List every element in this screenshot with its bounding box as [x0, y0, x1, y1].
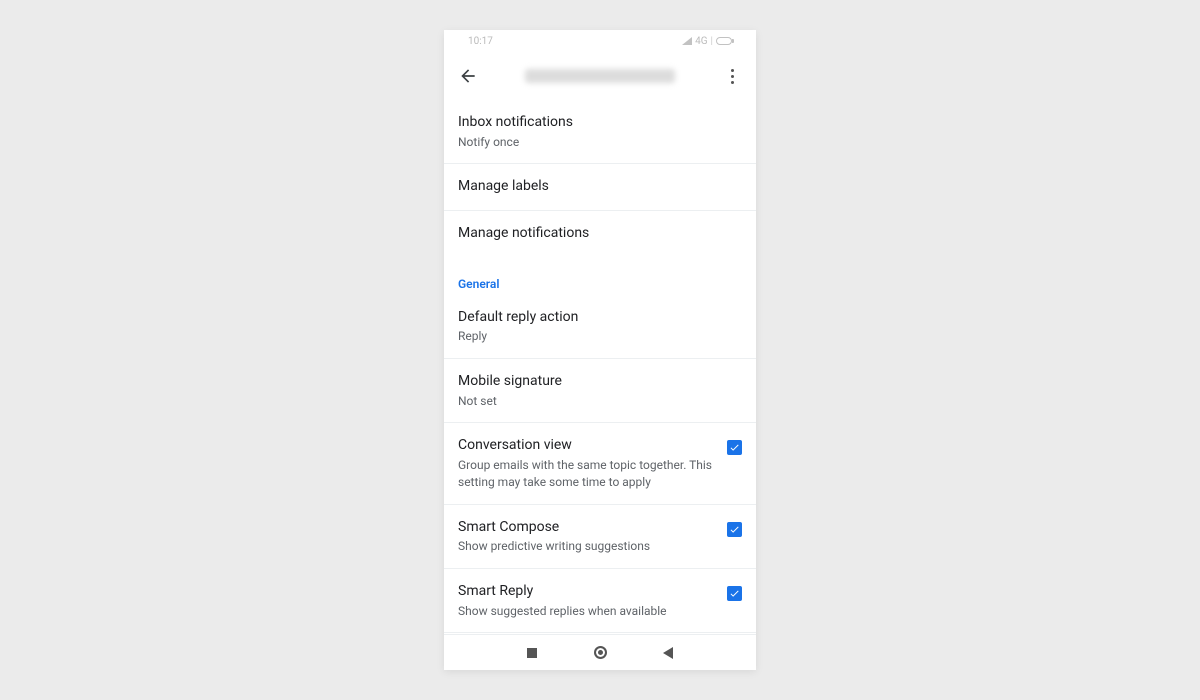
status-divider: |: [711, 36, 713, 47]
status-indicators: 4G |: [682, 36, 732, 47]
row-mobile-signature[interactable]: Mobile signature Not set: [444, 359, 756, 423]
row-title: Smart Compose: [458, 518, 715, 538]
section-header-general: General: [444, 257, 756, 295]
battery-icon: [716, 37, 732, 45]
android-navbar: [444, 634, 756, 670]
row-inbox-notifications[interactable]: Inbox notifications Notify once: [444, 100, 756, 164]
check-icon: [729, 524, 740, 535]
nav-overview-button[interactable]: [525, 646, 539, 660]
row-subtitle: Show suggested replies when available: [458, 603, 715, 620]
account-email-redacted: [525, 69, 675, 83]
row-manage-labels[interactable]: Manage labels: [444, 164, 756, 211]
row-title: Manage labels: [458, 177, 730, 197]
app-bar: [444, 52, 756, 100]
checkbox-smart-reply[interactable]: [727, 586, 742, 601]
triangle-left-icon: [663, 647, 673, 659]
row-subtitle: Reply: [458, 328, 730, 345]
check-icon: [729, 588, 740, 599]
more-options-button[interactable]: [720, 64, 744, 88]
row-title: Default reply action: [458, 308, 730, 328]
more-vert-icon: [731, 69, 734, 72]
account-email-wrap: [498, 69, 702, 83]
row-smart-compose[interactable]: Smart Compose Show predictive writing su…: [444, 505, 756, 569]
checkbox-smart-compose[interactable]: [727, 522, 742, 537]
checkbox-conversation-view[interactable]: [727, 440, 742, 455]
nav-home-button[interactable]: [593, 646, 607, 660]
row-title: Conversation view: [458, 436, 715, 456]
row-conversation-view[interactable]: Conversation view Group emails with the …: [444, 423, 756, 504]
arrow-left-icon: [458, 66, 478, 86]
settings-list[interactable]: Inbox notifications Notify once Manage l…: [444, 100, 756, 634]
back-button[interactable]: [456, 64, 480, 88]
row-subtitle: Notify once: [458, 134, 730, 151]
row-subtitle: Show predictive writing suggestions: [458, 538, 715, 555]
phone-frame: 10:17 4G | Inbox notifications Notify on…: [444, 30, 756, 670]
row-title: Smart Reply: [458, 582, 715, 602]
row-smart-reply[interactable]: Smart Reply Show suggested replies when …: [444, 569, 756, 633]
status-time: 10:17: [468, 36, 493, 47]
row-title: Inbox notifications: [458, 113, 730, 133]
circle-icon: [594, 646, 607, 659]
check-icon: [729, 442, 740, 453]
network-label: 4G: [695, 36, 707, 47]
row-subtitle: Not set: [458, 393, 730, 410]
status-bar: 10:17 4G |: [444, 30, 756, 52]
square-icon: [527, 648, 537, 658]
signal-icon: [682, 37, 692, 45]
row-title: Mobile signature: [458, 372, 730, 392]
row-default-reply[interactable]: Default reply action Reply: [444, 295, 756, 359]
nav-back-button[interactable]: [661, 646, 675, 660]
row-subtitle: Group emails with the same topic togethe…: [458, 457, 715, 491]
row-title: Manage notifications: [458, 224, 730, 244]
row-manage-notifications[interactable]: Manage notifications: [444, 211, 756, 257]
